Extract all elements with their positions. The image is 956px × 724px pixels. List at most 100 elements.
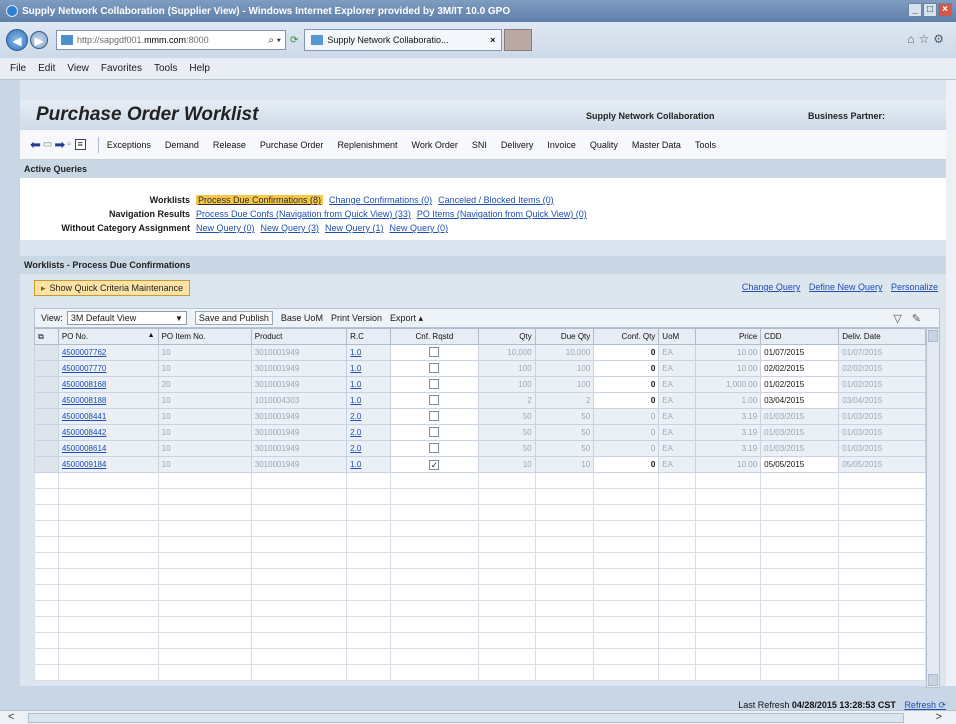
cell-conf-qty[interactable]: 0: [593, 376, 660, 393]
cell-cnf-rqstd[interactable]: ✓: [389, 456, 480, 473]
menu-tools[interactable]: Tools: [154, 63, 177, 74]
nav-delivery[interactable]: Delivery: [501, 140, 534, 150]
save-publish-button[interactable]: Save and Publish: [194, 311, 273, 325]
query-link-change-confirmations[interactable]: Change Confirmations (0): [329, 195, 432, 205]
cell-rc[interactable]: 2.0: [346, 408, 391, 425]
row-selector[interactable]: [34, 392, 59, 409]
row-selector[interactable]: [34, 424, 59, 441]
nav-purchase-order[interactable]: Purchase Order: [260, 140, 324, 150]
row-selector[interactable]: [34, 408, 59, 425]
menu-favorites[interactable]: Favorites: [101, 63, 142, 74]
refresh-link[interactable]: Refresh ⟳: [904, 700, 946, 710]
cell-cnf-rqstd[interactable]: [389, 440, 480, 457]
scroll-left-icon[interactable]: <: [8, 711, 14, 723]
nav-invoice[interactable]: Invoice: [547, 140, 576, 150]
nav-tools[interactable]: Tools: [695, 140, 716, 150]
cell-conf-qty[interactable]: 0: [593, 456, 660, 473]
menu-view[interactable]: View: [67, 63, 89, 74]
refresh-icon[interactable]: ⟳: [290, 35, 298, 46]
cell-po-no[interactable]: 4500008441: [57, 408, 159, 425]
cell-rc[interactable]: 1.0: [346, 376, 391, 393]
scroll-track[interactable]: [28, 713, 904, 723]
checkbox[interactable]: [429, 394, 440, 405]
view-select[interactable]: 3M Default View ▼: [66, 311, 187, 325]
cell-conf-qty[interactable]: 0: [593, 360, 660, 377]
query-link-po-items-nav[interactable]: PO Items (Navigation from Quick View) (0…: [417, 209, 587, 219]
print-version-button[interactable]: Print Version: [331, 313, 382, 323]
cell-cdd[interactable]: 05/05/2015: [760, 456, 840, 473]
favorites-icon[interactable]: ▫: [67, 139, 71, 150]
row-selector[interactable]: [34, 456, 59, 473]
nav-quality[interactable]: Quality: [590, 140, 618, 150]
search-icon[interactable]: ⌕ ▾: [268, 35, 281, 46]
browser-right-icons[interactable]: ⌂☆⚙: [907, 32, 948, 46]
cell-po-no[interactable]: 4500008442: [57, 424, 159, 441]
show-quick-criteria-button[interactable]: ▸ Show Quick Criteria Maintenance: [34, 280, 191, 296]
menu-file[interactable]: File: [10, 63, 26, 74]
filter-icon[interactable]: ▽: [893, 313, 911, 325]
col-uom[interactable]: UoM: [658, 328, 697, 345]
query-link-process-due-confs-nav[interactable]: Process Due Confs (Navigation from Quick…: [196, 209, 411, 219]
page-horizontal-scrollbar[interactable]: < >: [0, 710, 956, 724]
checkbox[interactable]: [429, 362, 440, 373]
cell-cdd[interactable]: 03/04/2015: [760, 392, 840, 409]
cell-cnf-rqstd[interactable]: [389, 376, 480, 393]
col-product[interactable]: Product: [250, 328, 348, 345]
toolbar-right-icons[interactable]: ▽✎: [893, 312, 931, 325]
cell-rc[interactable]: 1.0: [346, 360, 391, 377]
col-conf-qty[interactable]: Conf. Qty: [593, 328, 660, 345]
menu-grid-icon[interactable]: ≡: [74, 139, 86, 150]
cell-cnf-rqstd[interactable]: [389, 344, 480, 361]
nav-master-data[interactable]: Master Data: [632, 140, 681, 150]
checkbox[interactable]: [429, 346, 440, 357]
cell-po-no[interactable]: 4500008188: [57, 392, 159, 409]
col-po-item-no[interactable]: PO Item No.: [157, 328, 252, 345]
history-icon[interactable]: ▭: [43, 139, 52, 150]
base-uom-button[interactable]: Base UoM: [281, 313, 323, 323]
row-selector[interactable]: [34, 440, 59, 457]
cell-cnf-rqstd[interactable]: [389, 360, 480, 377]
cell-conf-qty[interactable]: 0: [593, 392, 660, 409]
row-selector[interactable]: [34, 344, 59, 361]
nav-demand[interactable]: Demand: [165, 140, 199, 150]
nav-replenishment[interactable]: Replenishment: [337, 140, 397, 150]
query-link-new-query-2[interactable]: New Query (3): [261, 223, 320, 233]
col-qty[interactable]: Qty: [478, 328, 536, 345]
change-query-link[interactable]: Change Query: [742, 282, 801, 292]
cell-po-no[interactable]: 4500008614: [57, 440, 159, 457]
cell-cnf-rqstd[interactable]: [389, 408, 480, 425]
cell-rc[interactable]: 2.0: [346, 424, 391, 441]
cell-rc[interactable]: 1.0: [346, 456, 391, 473]
define-new-query-link[interactable]: Define New Query: [809, 282, 883, 292]
cell-rc[interactable]: 1.0: [346, 344, 391, 361]
forward-icon[interactable]: ▶: [30, 31, 48, 49]
back-icon[interactable]: ◀: [6, 29, 28, 51]
nav-exceptions[interactable]: Exceptions: [107, 140, 151, 150]
menu-help[interactable]: Help: [189, 63, 210, 74]
select-all-icon[interactable]: ⧉: [34, 328, 59, 345]
query-link-new-query-3[interactable]: New Query (1): [325, 223, 384, 233]
cell-po-no[interactable]: 4500007770: [57, 360, 159, 377]
nav-work-order[interactable]: Work Order: [411, 140, 457, 150]
table-vertical-scrollbar[interactable]: [926, 328, 940, 688]
col-cdd[interactable]: CDD: [760, 328, 840, 345]
checkbox[interactable]: [429, 378, 440, 389]
nav-release[interactable]: Release: [213, 140, 246, 150]
page-vertical-scrollbar[interactable]: [946, 80, 956, 686]
cell-po-no[interactable]: 4500007762: [57, 344, 159, 361]
scroll-up-button[interactable]: [928, 330, 938, 342]
close-button[interactable]: ×: [938, 3, 952, 17]
nav-sni[interactable]: SNI: [472, 140, 487, 150]
settings-icon[interactable]: ✎: [912, 313, 931, 325]
query-link-canceled-blocked[interactable]: Canceled / Blocked Items (0): [438, 195, 554, 205]
checkbox[interactable]: [429, 426, 440, 437]
maximize-button[interactable]: □: [923, 3, 937, 17]
cell-cnf-rqstd[interactable]: [389, 392, 480, 409]
nav-back-icon[interactable]: ⬅: [30, 137, 41, 153]
address-bar[interactable]: http://sapgdf001.mmm.com:8000 ⌕ ▾: [56, 30, 286, 50]
browser-tab[interactable]: Supply Network Collaboratio... ×: [304, 29, 503, 51]
scroll-down-button[interactable]: [928, 674, 938, 686]
cell-conf-qty[interactable]: 0: [593, 344, 660, 361]
col-po-no[interactable]: PO No. ▲: [57, 328, 159, 345]
cell-cdd[interactable]: 02/02/2015: [760, 360, 840, 377]
